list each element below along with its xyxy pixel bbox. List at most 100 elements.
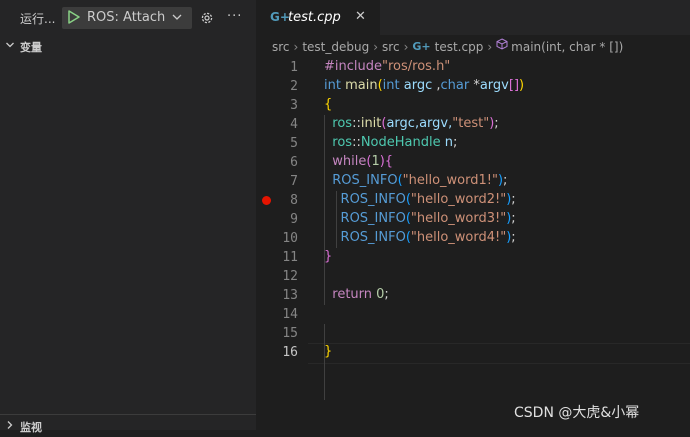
line-number: 6	[290, 155, 298, 170]
string-literal: "hello_word2!"	[410, 192, 507, 207]
chevron-right-icon: ›	[487, 39, 493, 54]
code-line: 7 ROS_INFO("hello_word1!");	[256, 172, 690, 191]
line-number: 4	[290, 117, 298, 132]
macro: ROS_INFO	[332, 173, 398, 188]
breadcrumb-item[interactable]: test.cpp	[435, 40, 484, 54]
punctuation: ;	[511, 230, 516, 245]
tab-test-cpp[interactable]: G+ test.cpp ✕	[256, 0, 380, 35]
line-number: 2	[290, 79, 298, 94]
line-number: 15	[282, 326, 298, 341]
breadcrumb-item[interactable]: src	[272, 40, 290, 54]
punctuation: ;	[384, 287, 389, 302]
bracket: {	[384, 154, 394, 169]
punctuation: ,	[432, 78, 441, 93]
macro: ROS_INFO	[340, 192, 406, 207]
chevron-down-icon[interactable]	[170, 10, 184, 24]
close-icon[interactable]: ✕	[355, 9, 366, 24]
code-line: 12	[256, 267, 690, 286]
line-number: 1	[290, 60, 298, 75]
preprocessor-directive: #include	[324, 59, 382, 74]
punctuation: ;	[503, 173, 508, 188]
line-number: 9	[290, 212, 298, 227]
code-line: 5 ros::NodeHandle n;	[256, 134, 690, 153]
method-symbol-icon	[496, 38, 508, 50]
string-literal: "hello_word3!"	[410, 211, 507, 226]
number-literal: 0	[372, 287, 385, 302]
type-name: NodeHandle	[360, 135, 441, 150]
line-number: 12	[282, 269, 298, 284]
bracket: []	[508, 78, 520, 93]
watch-section-header[interactable]: 监视	[0, 414, 256, 437]
line-number: 10	[282, 231, 298, 246]
number-literal: 1	[371, 154, 380, 169]
bracket: )	[519, 78, 525, 93]
line-number: 5	[290, 136, 298, 151]
parameter: argc	[403, 78, 433, 93]
watch-section-title: 监视	[20, 421, 42, 434]
start-debugging-icon[interactable]	[67, 10, 81, 24]
debug-sidebar: 运行... ROS: Attach ··· 变量 监视	[0, 0, 256, 434]
chevron-down-icon	[6, 42, 14, 48]
punctuation: ;	[511, 211, 516, 226]
punctuation: ::	[352, 135, 361, 150]
code-line: 1 #include"ros/ros.h"	[256, 58, 690, 77]
code-line: 15	[256, 324, 690, 343]
arguments: argc,argv,	[386, 116, 453, 131]
code-line: 13 return 0;	[256, 286, 690, 305]
code-line: 14	[256, 305, 690, 324]
breadcrumb-item[interactable]: main(int, char * [])	[511, 40, 623, 54]
variables-section-title: 变量	[20, 41, 42, 54]
namespace: ros	[332, 116, 353, 131]
line-number: 11	[282, 250, 298, 265]
chevron-right-icon: ›	[403, 39, 409, 54]
code-line: 11 }	[256, 248, 690, 267]
chevron-right-icon: ›	[293, 39, 299, 54]
more-actions-icon[interactable]: ···	[227, 9, 242, 24]
include-path: "ros/ros.h"	[382, 59, 451, 74]
breadcrumb-item[interactable]: src	[382, 40, 400, 54]
punctuation: ;	[452, 135, 458, 150]
run-view-title: 运行...	[20, 12, 56, 26]
code-line: 3 {	[256, 96, 690, 115]
chevron-right-icon: ›	[373, 39, 379, 54]
punctuation: *	[469, 78, 480, 93]
cpp-file-icon: G+	[412, 40, 431, 53]
gear-icon[interactable]	[200, 11, 214, 25]
line-number: 7	[290, 174, 298, 189]
macro: ROS_INFO	[340, 230, 406, 245]
keyword: int	[382, 78, 400, 93]
code-line: 6 while(1){	[256, 153, 690, 172]
line-number: 13	[282, 288, 298, 303]
code-line: 4 ros::init(argc,argv,"test");	[256, 115, 690, 134]
line-number: 14	[282, 307, 298, 322]
tab-label: test.cpp	[288, 10, 341, 25]
breadcrumb-item[interactable]: test_debug	[302, 40, 369, 54]
string-literal: "test"	[452, 116, 490, 131]
watermark: CSDN @大虎&小幂	[514, 405, 640, 421]
code-line: 16 }	[256, 343, 690, 362]
launch-config-name: ROS: Attach	[87, 10, 166, 25]
punctuation: ;	[511, 192, 516, 207]
line-number: 8	[290, 193, 298, 208]
debug-toolbar: 运行... ROS: Attach ···	[0, 0, 256, 35]
function-name: init	[360, 116, 382, 131]
launch-config-dropdown[interactable]: ROS: Attach	[62, 7, 192, 29]
keyword: char	[440, 78, 470, 93]
macro: ROS_INFO	[340, 211, 406, 226]
variables-section-header[interactable]: 变量	[0, 35, 256, 57]
variable: n	[440, 135, 453, 150]
namespace: ros	[332, 135, 353, 150]
punctuation: ;	[494, 116, 499, 131]
line-number: 3	[290, 98, 298, 113]
breadcrumb: src › test_debug › src › G+ test.cpp › main(int, …	[272, 38, 623, 56]
string-literal: "hello_word1!"	[402, 173, 498, 188]
bracket: }	[324, 249, 333, 264]
keyword: int	[324, 78, 341, 93]
cpp-file-icon: G+	[270, 10, 290, 24]
keyword: return	[332, 287, 373, 302]
code-line: 8 ROS_INFO("hello_word2!");	[256, 191, 690, 210]
editor-group: G+ test.cpp ✕ src › test_debug › src › G+ test.…	[256, 0, 690, 430]
tab-bar: G+ test.cpp ✕	[256, 0, 690, 35]
code-line: 10 ROS_INFO("hello_word4!");	[256, 229, 690, 248]
code-line: 2 int main(int argc ,char *argv[])	[256, 77, 690, 96]
